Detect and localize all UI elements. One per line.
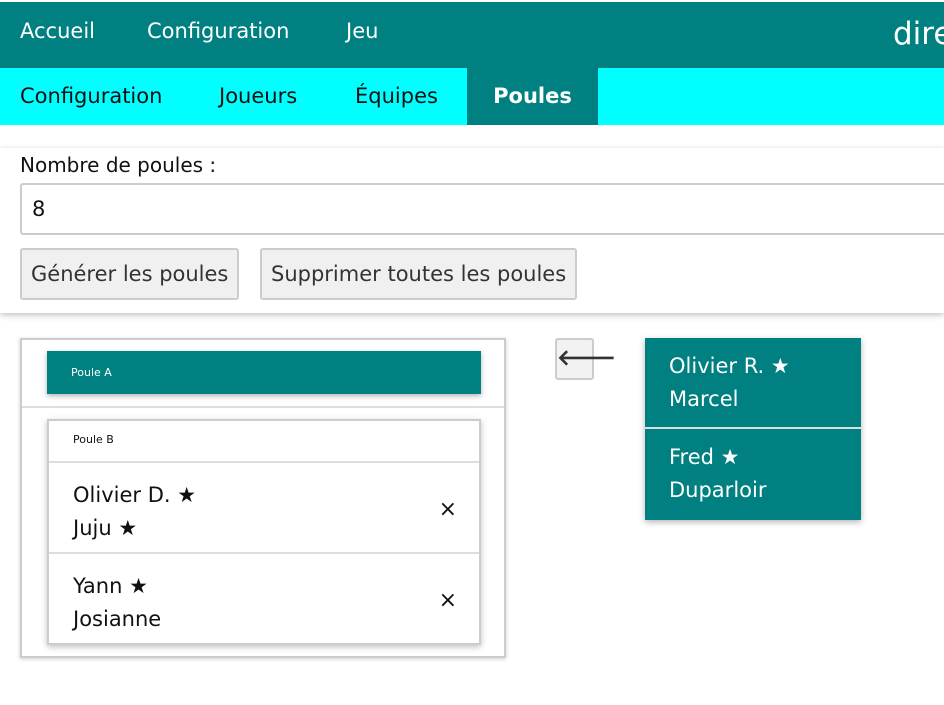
poule-b-header[interactable]: Poule B bbox=[49, 421, 479, 463]
tab-poules[interactable]: Poules bbox=[467, 68, 598, 125]
player-name: Olivier D. bbox=[73, 483, 171, 507]
nav-jeu[interactable]: Jeu bbox=[346, 19, 378, 43]
star-icon: ★ bbox=[177, 483, 197, 507]
pool-count-label: Nombre de poules : bbox=[20, 153, 217, 177]
star-icon: ★ bbox=[129, 574, 148, 598]
poules-list: Poule A Poule B Olivier D. ★ Juju ★ × Ya… bbox=[20, 338, 506, 658]
tab-configuration[interactable]: Configuration bbox=[20, 68, 162, 125]
poule-b-card: Poule B Olivier D. ★ Juju ★ × Yann ★ Jos… bbox=[47, 419, 481, 645]
pool-count-input[interactable] bbox=[20, 183, 944, 235]
player-name: Juju bbox=[73, 516, 112, 540]
divider bbox=[22, 406, 504, 408]
remove-icon[interactable]: × bbox=[439, 584, 457, 617]
arrow-left-icon[interactable]: 🡐 bbox=[555, 338, 616, 380]
unassigned-team[interactable]: Olivier R. ★ Marcel bbox=[645, 338, 861, 429]
unassigned-team[interactable]: Fred ★ Duparloir bbox=[645, 429, 861, 520]
delete-all-button[interactable]: Supprimer toutes les poules bbox=[260, 248, 578, 300]
player-name: Duparloir bbox=[669, 478, 767, 502]
tab-equipes[interactable]: Équipes bbox=[355, 68, 438, 125]
player-name: Fred bbox=[669, 445, 714, 469]
brand[interactable]: dire bbox=[893, 16, 944, 52]
top-nav: Accueil Configuration Jeu dire bbox=[0, 2, 944, 68]
player-name: Marcel bbox=[669, 387, 739, 411]
poules-form: Nombre de poules : Générer les poules Su… bbox=[0, 148, 944, 313]
star-icon: ★ bbox=[118, 516, 138, 540]
team-row[interactable]: Olivier D. ★ Juju ★ × bbox=[49, 463, 479, 554]
nav-configuration[interactable]: Configuration bbox=[147, 19, 289, 43]
remove-icon[interactable]: × bbox=[439, 493, 457, 526]
player-name: Josianne bbox=[73, 607, 162, 631]
sub-nav: Configuration Joueurs Équipes Poules bbox=[0, 68, 944, 125]
poule-a-header[interactable]: Poule A bbox=[47, 351, 481, 394]
player-name: Olivier R. bbox=[669, 354, 765, 378]
team-row[interactable]: Yann ★ Josianne × bbox=[49, 554, 479, 645]
generate-button[interactable]: Générer les poules bbox=[20, 248, 240, 300]
nav-accueil[interactable]: Accueil bbox=[20, 19, 95, 43]
star-icon: ★ bbox=[720, 445, 740, 469]
player-name: Yann bbox=[73, 574, 123, 598]
tab-joueurs[interactable]: Joueurs bbox=[219, 68, 297, 125]
star-icon: ★ bbox=[770, 354, 790, 378]
unassigned-teams: Olivier R. ★ Marcel Fred ★ Duparloir bbox=[645, 338, 861, 520]
